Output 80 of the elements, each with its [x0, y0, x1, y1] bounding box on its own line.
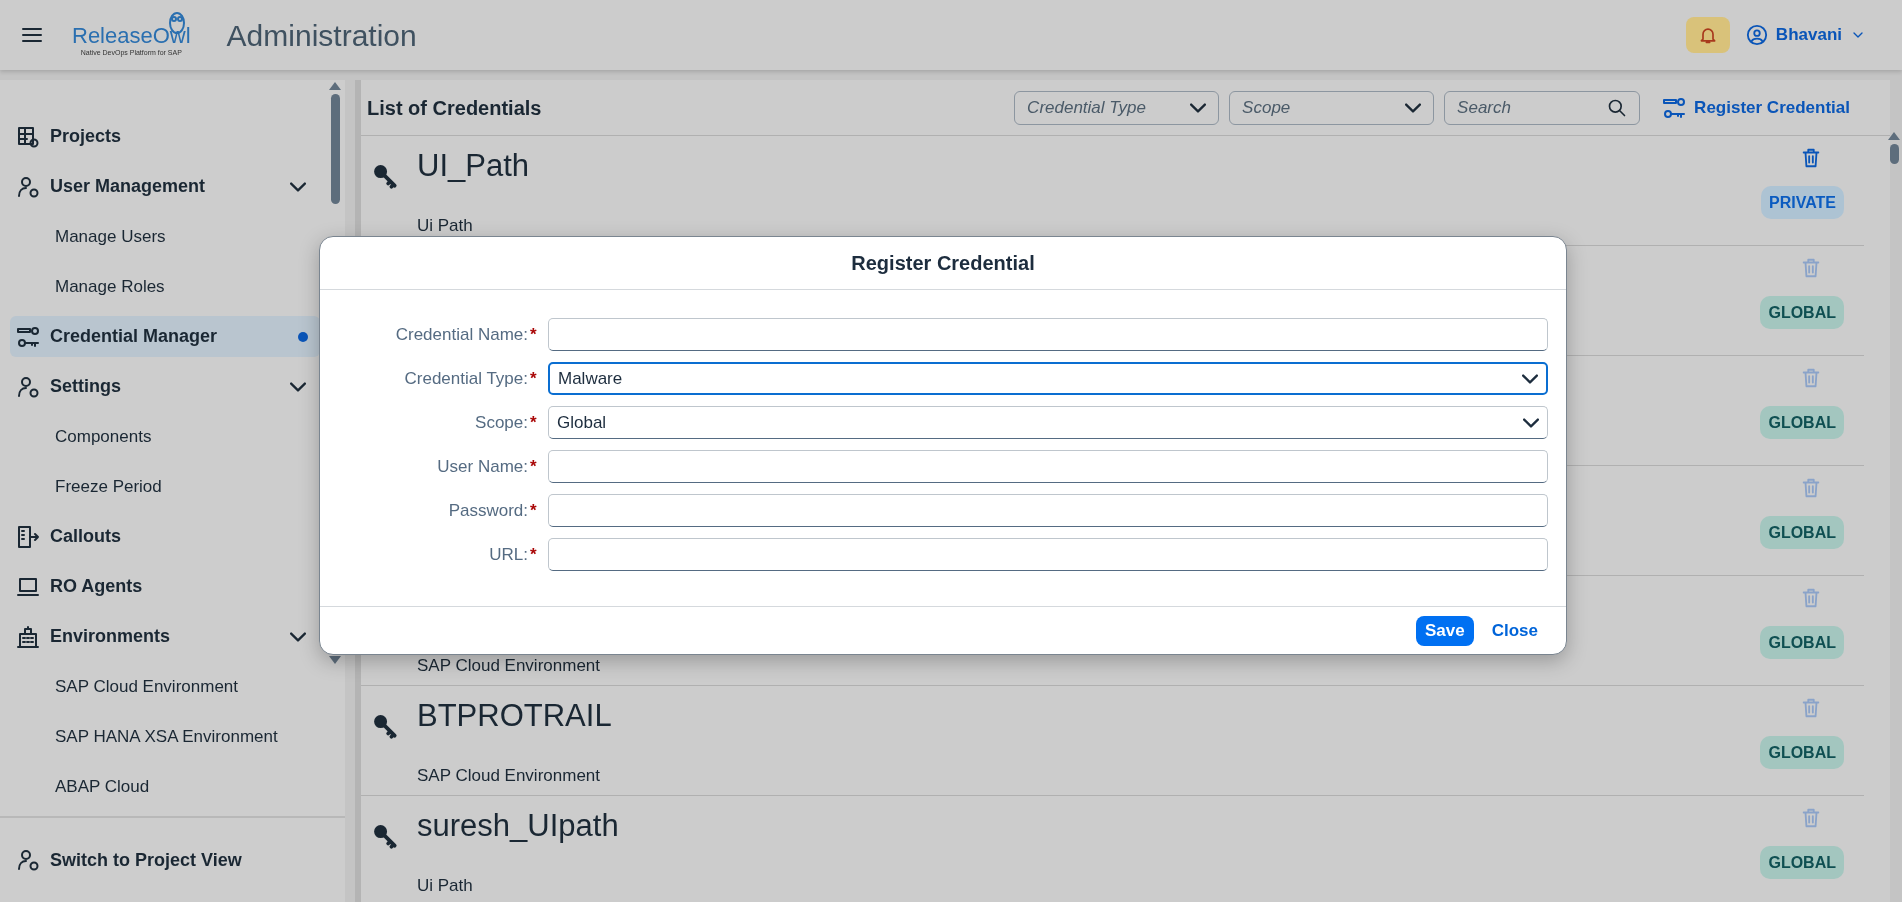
chevron-down-icon — [1405, 102, 1422, 113]
sidebar-subitem[interactable]: Components — [10, 416, 320, 457]
scope-badge: GLOBAL — [1760, 846, 1844, 879]
key-icon — [373, 824, 399, 850]
user-gear-icon — [16, 174, 40, 199]
credential-type: Ui Path — [417, 216, 474, 236]
keys-icon — [1662, 95, 1687, 120]
field-label: URL: — [488, 543, 528, 566]
required-marker: * — [530, 367, 538, 390]
register-credential-button[interactable]: Register Credential — [1662, 94, 1850, 121]
search-icon — [1607, 97, 1628, 118]
input-field[interactable] — [548, 538, 1548, 571]
scope-badge: PRIVATE — [1761, 186, 1844, 219]
field-label: Credential Type: — [403, 367, 528, 390]
logo-text: ReleaseOwl — [72, 24, 191, 47]
chevron-down-icon — [1522, 373, 1538, 384]
user-gear-icon — [16, 848, 40, 872]
sidebar-item[interactable]: Settings — [10, 366, 320, 407]
scope-badge: GLOBAL — [1760, 626, 1844, 659]
dropdown-field[interactable]: Global — [548, 406, 1548, 439]
sidebar-item[interactable]: Credential Manager — [10, 316, 320, 357]
credential-type: SAP Cloud Environment — [417, 766, 601, 786]
building-arrow-icon — [16, 524, 40, 549]
credential-name: BTPROTRAIL — [417, 697, 613, 735]
sidebar-item[interactable]: User Management — [10, 166, 320, 207]
sidebar-subitem[interactable]: ABAP Cloud — [10, 766, 320, 807]
key-icon — [373, 164, 399, 190]
search-field[interactable]: Search — [1444, 90, 1641, 125]
filter-dropdown[interactable]: Scope — [1229, 90, 1435, 125]
input-field[interactable] — [548, 318, 1548, 351]
credential-type: SAP Cloud Environment — [417, 656, 601, 676]
user-menu-button[interactable]: Bhavani — [1745, 22, 1866, 48]
sidebar-subitem[interactable]: SAP Cloud Environment — [10, 666, 320, 707]
page-title: Administration — [226, 17, 417, 54]
chevron-down-icon — [290, 181, 306, 192]
filter-dropdown[interactable]: Credential Type — [1014, 90, 1220, 125]
user-gear-icon — [16, 374, 40, 399]
chevron-down-icon — [1523, 417, 1539, 428]
required-marker: * — [530, 323, 538, 346]
switch-view-button[interactable]: Switch to Project View — [16, 846, 242, 874]
chevron-down-icon — [1190, 102, 1207, 113]
required-marker: * — [530, 411, 538, 434]
field-label: User Name: — [436, 455, 528, 478]
field-label: Credential Name: — [394, 323, 528, 346]
notifications-button[interactable] — [1685, 17, 1730, 53]
credential-type: Ui Path — [417, 876, 474, 896]
input-field[interactable] — [548, 494, 1548, 527]
required-marker: * — [530, 499, 538, 522]
scope-badge: GLOBAL — [1760, 516, 1844, 549]
sidebar-item[interactable]: Callouts — [10, 516, 320, 557]
sidebar-item[interactable]: Environments — [10, 616, 320, 657]
scope-badge: GLOBAL — [1760, 296, 1844, 329]
sidebar-subitem[interactable]: Manage Roles — [10, 266, 320, 307]
chevron-down-icon — [290, 631, 306, 642]
credential-name: suresh_UIpath — [417, 807, 620, 845]
grid-gear-icon — [16, 124, 40, 149]
save-button[interactable]: Save — [1416, 615, 1474, 646]
dropdown-field[interactable]: Malware — [548, 362, 1548, 395]
delete-button[interactable] — [1800, 146, 1822, 170]
chevron-down-icon — [290, 381, 306, 392]
dialog-title: Register Credential — [851, 251, 1035, 276]
scope-badge: GLOBAL — [1760, 736, 1844, 769]
sidebar-item[interactable]: RO Agents — [10, 566, 320, 607]
credential-name: UI_Path — [417, 147, 530, 185]
user-icon — [1745, 24, 1768, 46]
sidebar-subitem[interactable]: Manage Users — [10, 216, 320, 257]
sidebar-subitem[interactable]: SAP HANA XSA Environment — [10, 716, 320, 757]
close-button[interactable]: Close — [1491, 615, 1538, 646]
keys-icon — [16, 324, 40, 349]
scope-badge: GLOBAL — [1760, 406, 1844, 439]
key-icon — [373, 714, 399, 740]
required-marker: * — [530, 543, 538, 566]
required-marker: * — [530, 455, 538, 478]
field-label: Scope: — [474, 411, 528, 434]
field-label: Password: — [447, 499, 528, 522]
sidebar-subitem[interactable]: Freeze Period — [10, 466, 320, 507]
input-field[interactable] — [548, 450, 1548, 483]
sidebar-item[interactable]: Projects — [10, 116, 320, 157]
list-title: List of Credentials — [367, 95, 543, 121]
building-icon — [16, 624, 40, 649]
